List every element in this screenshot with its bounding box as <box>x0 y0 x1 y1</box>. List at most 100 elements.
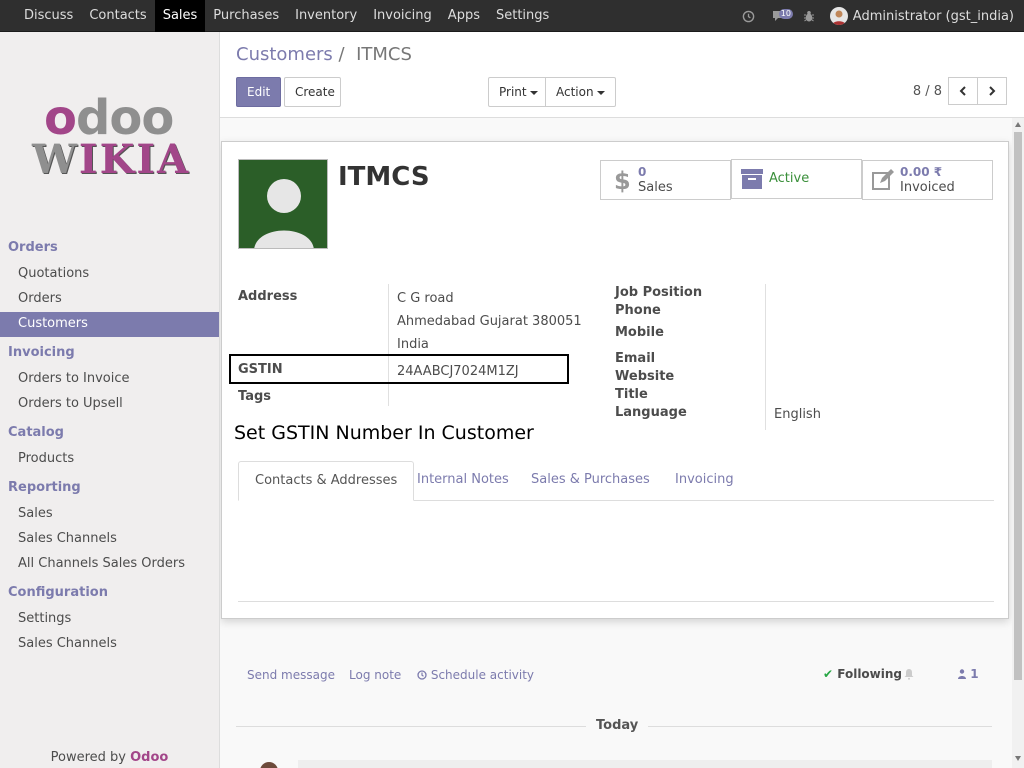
user-avatar <box>829 7 848 25</box>
website-label: Website <box>615 369 675 384</box>
record-name: ITMCS <box>338 162 430 192</box>
menu-contacts[interactable]: Contacts <box>81 0 154 32</box>
address-city-state-zip[interactable]: Ahmedabad Gujarat 380051 <box>397 314 582 329</box>
tab-invoicing[interactable]: Invoicing <box>659 461 750 501</box>
message-preview <box>298 760 992 768</box>
sidebar-item-all-channels-sales-orders[interactable]: All Channels Sales Orders <box>0 552 219 577</box>
field-separator <box>388 284 389 406</box>
edit-button[interactable]: Edit <box>236 77 282 107</box>
powered-by: Powered by Odoo <box>50 750 169 765</box>
sidebar-item-reporting-sales[interactable]: Sales <box>0 502 219 527</box>
chevron-right-icon <box>989 86 996 96</box>
message-avatar <box>260 762 278 768</box>
chevron-left-icon <box>959 86 966 96</box>
debug-bug-icon[interactable] <box>794 0 824 32</box>
job-position-label: Job Position <box>615 285 703 300</box>
odoo-link[interactable]: Odoo <box>130 750 168 765</box>
tab-contacts-addresses[interactable]: Contacts & Addresses <box>238 461 415 501</box>
app-menu: Discuss Contacts Sales Purchases Invento… <box>16 0 557 32</box>
today-label: Today <box>586 718 649 733</box>
vertical-scrollbar[interactable] <box>1012 118 1024 768</box>
sidebar: odoo WIKIA Orders Quotations Orders Cust… <box>0 32 220 768</box>
send-message-button[interactable]: Send message <box>247 668 335 682</box>
followers-button[interactable]: 1 <box>958 667 979 681</box>
active-toggle-button[interactable]: Active <box>731 159 862 199</box>
tab-internal-notes[interactable]: Internal Notes <box>401 461 525 501</box>
language-value[interactable]: English <box>774 407 821 422</box>
create-button[interactable]: Create <box>284 77 341 107</box>
user-name: Administrator (gst_india) <box>852 8 1014 24</box>
sidebar-item-orders-to-invoice[interactable]: Orders to Invoice <box>0 367 219 392</box>
user-menu[interactable]: Administrator (gst_india) <box>824 0 1024 32</box>
phone-label: Phone <box>615 303 661 318</box>
menu-inventory[interactable]: Inventory <box>287 0 365 32</box>
sales-stat-button[interactable]: $ 0 Sales <box>600 160 731 200</box>
clock-icon <box>417 670 427 680</box>
print-dropdown[interactable]: Print <box>488 77 549 107</box>
sidebar-item-orders-to-upsell[interactable]: Orders to Upsell <box>0 392 219 417</box>
pencil-square-icon <box>872 169 894 190</box>
address-country[interactable]: India <box>397 337 429 352</box>
sidebar-section-invoicing[interactable]: Invoicing <box>0 343 219 367</box>
sidebar-item-quotations[interactable]: Quotations <box>0 262 219 287</box>
sidebar-item-customers[interactable]: Customers <box>0 312 219 337</box>
action-dropdown[interactable]: Action <box>545 77 616 107</box>
tags-label: Tags <box>238 389 272 404</box>
sidebar-menu: Orders Quotations Orders Customers Invoi… <box>0 238 219 657</box>
pager-previous-button[interactable] <box>948 77 978 105</box>
form-view: ITMCS $ 0 Sales Active 0.00 ₹ Invoiced A… <box>220 118 1012 768</box>
check-icon: ✔ <box>823 667 834 681</box>
menu-settings[interactable]: Settings <box>488 0 557 32</box>
menu-sales[interactable]: Sales <box>154 0 206 32</box>
tab-sales-purchases[interactable]: Sales & Purchases <box>515 461 666 501</box>
sidebar-section-reporting[interactable]: Reporting <box>0 478 219 502</box>
sidebar-item-products[interactable]: Products <box>0 447 219 472</box>
notebook-tabs: Contacts & Addresses Internal Notes Sale… <box>238 461 994 501</box>
breadcrumb: Customers / ITMCS <box>236 44 412 65</box>
field-separator <box>765 284 766 430</box>
schedule-activity-button[interactable]: Schedule activity <box>417 668 534 682</box>
breadcrumb-current: ITMCS <box>356 44 412 65</box>
control-panel: Customers / ITMCS Edit Create Print Acti… <box>220 32 1024 118</box>
pager-value[interactable]: 8 / 8 <box>913 84 942 99</box>
sidebar-item-orders[interactable]: Orders <box>0 287 219 312</box>
archive-icon <box>741 169 763 189</box>
address-street[interactable]: C G road <box>397 291 454 306</box>
breadcrumb-customers[interactable]: Customers <box>236 44 333 65</box>
tab-content-divider <box>238 601 994 602</box>
bell-icon[interactable] <box>904 668 914 680</box>
caret-down-icon <box>596 90 605 95</box>
svg-text:$: $ <box>614 167 631 193</box>
sidebar-item-config-sales-channels[interactable]: Sales Channels <box>0 632 219 657</box>
title-label: Title <box>615 387 648 402</box>
following-button[interactable]: ✔ Following <box>823 667 902 681</box>
dollar-icon: $ <box>614 167 631 193</box>
sidebar-item-sales-channels[interactable]: Sales Channels <box>0 527 219 552</box>
gstin-highlight-box <box>229 354 569 384</box>
sidebar-section-configuration[interactable]: Configuration <box>0 583 219 607</box>
annotation-caption: Set GSTIN Number In Customer <box>234 422 534 444</box>
messages-badge: 10 <box>778 9 793 19</box>
menu-discuss[interactable]: Discuss <box>16 0 81 32</box>
messages-icon[interactable]: 10 <box>764 0 794 32</box>
scroll-thumb[interactable] <box>1014 132 1022 680</box>
sidebar-section-catalog[interactable]: Catalog <box>0 423 219 447</box>
menu-purchases[interactable]: Purchases <box>205 0 287 32</box>
caret-down-icon <box>529 90 538 95</box>
menu-apps[interactable]: Apps <box>440 0 488 32</box>
scroll-down-arrow-icon[interactable] <box>1015 756 1021 761</box>
activity-clock-icon[interactable] <box>734 0 764 32</box>
odoo-wikia-logo: odoo WIKIA <box>32 90 191 183</box>
menu-invoicing[interactable]: Invoicing <box>365 0 440 32</box>
log-note-button[interactable]: Log note <box>349 668 401 682</box>
invoiced-stat-button[interactable]: 0.00 ₹ Invoiced <box>862 160 993 200</box>
address-label: Address <box>238 289 298 304</box>
customer-photo[interactable] <box>238 159 328 249</box>
scroll-up-arrow-icon[interactable] <box>1015 122 1021 127</box>
sidebar-item-settings[interactable]: Settings <box>0 607 219 632</box>
email-label: Email <box>615 351 656 366</box>
sidebar-section-orders[interactable]: Orders <box>0 238 219 262</box>
user-icon <box>958 669 966 679</box>
pager-next-button[interactable] <box>977 77 1007 105</box>
form-sheet: ITMCS $ 0 Sales Active 0.00 ₹ Invoiced A… <box>221 141 1009 619</box>
